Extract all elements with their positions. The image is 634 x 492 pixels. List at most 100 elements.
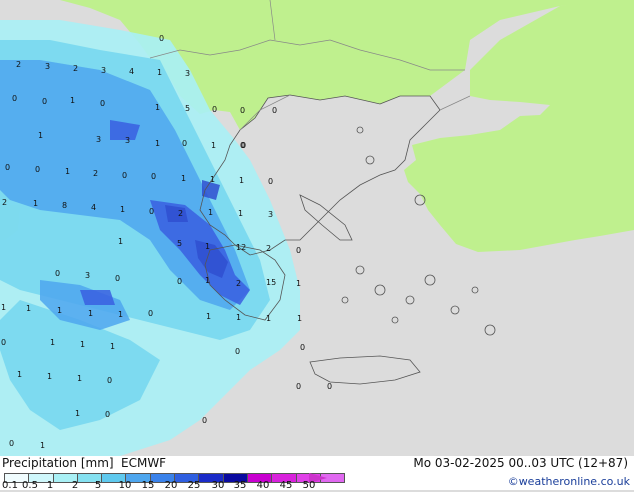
color-scale-label: 2 xyxy=(71,480,79,491)
color-scale-label: 50 xyxy=(302,480,316,491)
point-value-label: 0 xyxy=(105,410,110,419)
point-value-label: 0 xyxy=(148,309,153,318)
point-value-label: 1 xyxy=(155,103,160,112)
point-value-label: 0 xyxy=(35,165,40,174)
point-value-label: 0 xyxy=(182,139,187,148)
point-value-label: 1 xyxy=(238,209,243,218)
point-value-label: 1 xyxy=(181,174,186,183)
point-value-label: 1 xyxy=(50,338,55,347)
point-value-label: 1 xyxy=(110,342,115,351)
point-value-label: 1 xyxy=(155,139,160,148)
point-value-label: 0 xyxy=(55,269,60,278)
point-value-label: 1 xyxy=(157,68,162,77)
precipitation-map: 2 3 2 3 4 1 301 00 001 5 0 001 3 3 1 0 1 00 1 2 0 0 1 1 1 0201 8 4 1… xyxy=(0,0,634,456)
point-value-label: 0 xyxy=(1,338,6,347)
point-value-label: 0 xyxy=(300,343,305,352)
point-value-label: 3 xyxy=(45,62,50,71)
point-value-label: 0 xyxy=(296,382,301,391)
point-value-label: 3 xyxy=(85,271,90,280)
point-value-label: 2 xyxy=(93,169,98,178)
point-value-label: 0 xyxy=(268,177,273,186)
point-value-label: 2 xyxy=(178,209,183,218)
point-value-label: 1 xyxy=(80,340,85,349)
point-value-label: 1 xyxy=(297,314,302,323)
point-value-label: 0 xyxy=(177,277,182,286)
color-scale-label: 20 xyxy=(164,480,178,491)
point-value-label: 0 xyxy=(202,416,207,425)
point-value-label: 1 xyxy=(17,370,22,379)
point-value-label: 0 xyxy=(115,274,120,283)
point-value-label: 2 xyxy=(266,244,271,253)
point-value-label: 3 xyxy=(185,69,190,78)
point-value-label: 15 xyxy=(266,278,276,287)
point-value-label: 1 xyxy=(77,374,82,383)
point-value-label: 2 xyxy=(236,279,241,288)
point-value-label: 0 xyxy=(5,163,10,172)
point-value-label: 0 xyxy=(149,207,154,216)
point-value-label: 1 xyxy=(211,141,216,150)
point-value-label: 0 xyxy=(240,141,245,150)
point-value-label: 1 xyxy=(266,314,271,323)
point-value-label: 0 xyxy=(240,106,245,115)
point-value-label: 1 xyxy=(239,176,244,185)
map-footer: Precipitation [mm] ECMWF Mo 03-02-2025 0… xyxy=(0,456,634,492)
color-scale-label: 5 xyxy=(94,480,102,491)
model-name: ECMWF xyxy=(121,456,167,470)
color-scale-labels: 0.1 0.5 1 2 5 10 15 20 25 30 35 40 45 50 xyxy=(0,480,340,492)
point-value-label: 1 xyxy=(47,372,52,381)
point-value-label: 1 xyxy=(33,199,38,208)
point-value-label: 1 xyxy=(26,304,31,313)
color-scale-label: 25 xyxy=(187,480,201,491)
point-value-label: 1 xyxy=(208,208,213,217)
color-scale-label: 0.5 xyxy=(22,480,38,491)
point-value-label: 0 xyxy=(42,97,47,106)
point-value-label: 0 xyxy=(151,172,156,181)
point-value-label: 1 xyxy=(40,441,45,450)
point-value-label: 0 xyxy=(100,99,105,108)
point-value-label: 2 xyxy=(2,198,7,207)
point-value-label: 0 xyxy=(235,347,240,356)
point-value-label: 1 xyxy=(206,312,211,321)
color-scale-label: 10 xyxy=(118,480,132,491)
point-value-label: 5 xyxy=(177,239,182,248)
point-value-label: 3 xyxy=(125,136,130,145)
point-value-label: 0 xyxy=(12,94,17,103)
point-value-label: 1 xyxy=(1,303,6,312)
point-value-label: 1 xyxy=(65,167,70,176)
valid-time: Mo 03-02-2025 00..03 UTC (12+87) xyxy=(413,456,628,470)
color-scale-label: 30 xyxy=(211,480,225,491)
point-value-label: 0 xyxy=(9,439,14,448)
point-value-label: 1 xyxy=(57,306,62,315)
credit-link[interactable]: ©weatheronline.co.uk xyxy=(508,475,630,488)
point-value-label: 1 xyxy=(70,96,75,105)
point-value-label: 5 xyxy=(185,104,190,113)
point-value-label: 2 xyxy=(73,64,78,73)
point-value-label: 0 xyxy=(272,106,277,115)
point-value-label: 0 xyxy=(296,246,301,255)
point-value-label: 0 xyxy=(107,376,112,385)
point-value-label: 8 xyxy=(62,201,67,210)
point-value-label: 0 xyxy=(327,382,332,391)
point-value-label: 3 xyxy=(101,66,106,75)
point-value-label: 3 xyxy=(96,135,101,144)
point-value-label: 0 xyxy=(212,105,217,114)
color-scale-label: 40 xyxy=(256,480,270,491)
point-value-label: 0 xyxy=(159,34,164,43)
color-scale-label: 0.1 xyxy=(2,480,18,491)
color-scale-label: 45 xyxy=(279,480,293,491)
point-value-label: 1 xyxy=(120,205,125,214)
point-value-label: 1 xyxy=(296,279,301,288)
point-value-label: 4 xyxy=(129,67,134,76)
point-value-label: 2 xyxy=(16,60,21,69)
point-value-label: 4 xyxy=(91,203,96,212)
point-value-label: 1 xyxy=(38,131,43,140)
point-value-label: 1 xyxy=(210,175,215,184)
point-value-label: 1 xyxy=(205,276,210,285)
color-scale-label: 35 xyxy=(233,480,247,491)
color-scale-label: 15 xyxy=(141,480,155,491)
color-scale-label: 1 xyxy=(46,480,54,491)
point-value-label: 1 xyxy=(236,313,241,322)
point-value-label: 1 xyxy=(118,237,123,246)
point-value-label: 1 xyxy=(75,409,80,418)
point-value-label: 1 xyxy=(118,310,123,319)
